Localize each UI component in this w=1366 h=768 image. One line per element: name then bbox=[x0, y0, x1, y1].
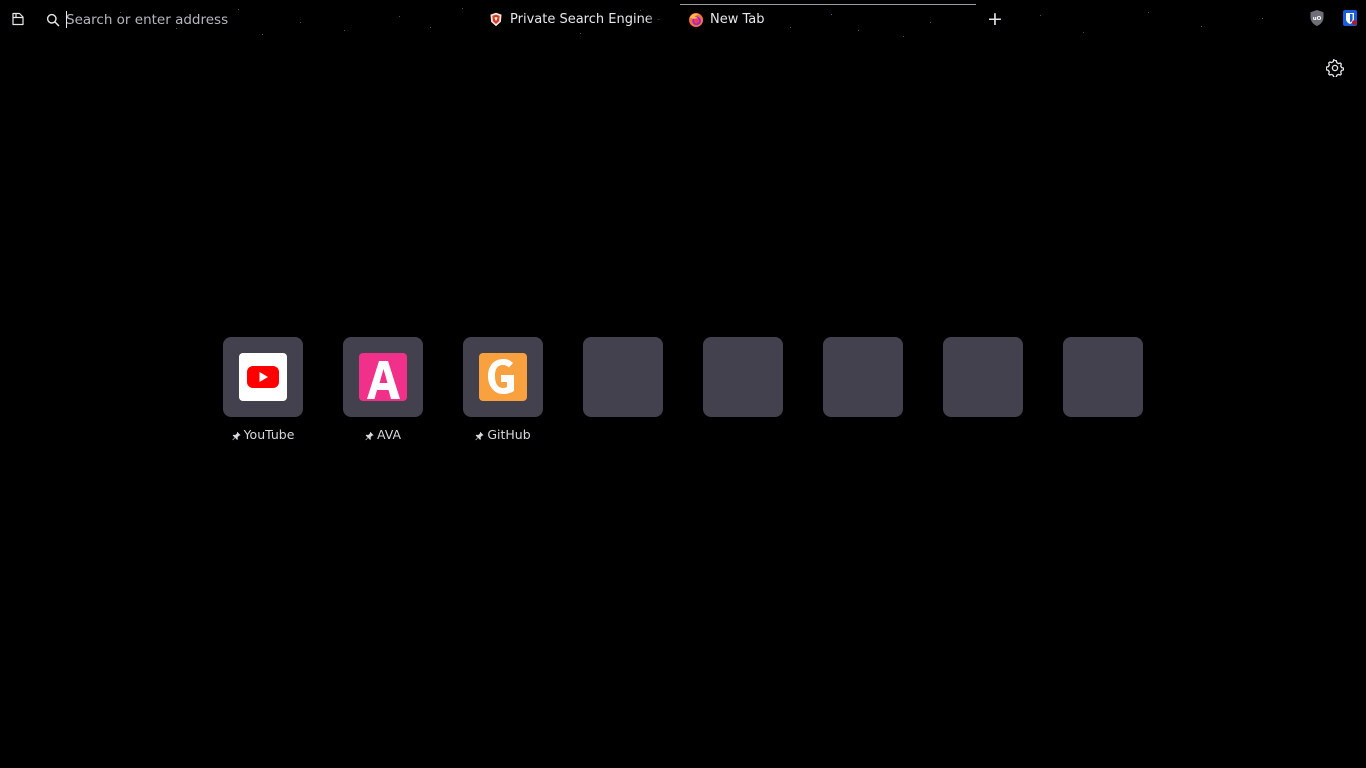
gear-icon bbox=[1326, 59, 1344, 77]
browser-toolbar: Private Search Engine - Brave Search New… bbox=[0, 0, 1366, 40]
shortcut-empty[interactable] bbox=[943, 337, 1023, 417]
shortcut-empty[interactable] bbox=[823, 337, 903, 417]
pin-icon bbox=[365, 431, 374, 440]
github-icon bbox=[479, 353, 527, 401]
shortcut-label: YouTube bbox=[243, 427, 295, 442]
empty-shortcut-tile[interactable] bbox=[823, 337, 903, 417]
shortcut-label-row: YouTube bbox=[203, 427, 323, 442]
url-bar[interactable] bbox=[40, 6, 470, 34]
pin-icon bbox=[231, 431, 241, 440]
panel-icon bbox=[12, 12, 24, 26]
shortcut-empty[interactable] bbox=[1063, 337, 1143, 417]
youtube-icon bbox=[239, 353, 287, 401]
empty-shortcut-tile[interactable] bbox=[583, 337, 663, 417]
search-icon bbox=[42, 6, 64, 34]
shortcut-ava[interactable]: AVA bbox=[343, 337, 423, 442]
shortcut-empty[interactable] bbox=[583, 337, 663, 417]
empty-shortcut-tile[interactable] bbox=[703, 337, 783, 417]
bitwarden-button[interactable] bbox=[1340, 8, 1360, 28]
empty-shortcut-tile[interactable] bbox=[943, 337, 1023, 417]
shortcut-label-row: AVA bbox=[323, 427, 443, 442]
shortcut-youtube[interactable]: YouTube bbox=[223, 337, 303, 442]
brave-icon bbox=[488, 12, 504, 28]
pin-icon bbox=[475, 431, 484, 440]
empty-shortcut-tile[interactable] bbox=[1063, 337, 1143, 417]
ublock-origin-button[interactable]: uO bbox=[1307, 8, 1327, 28]
personalize-button[interactable] bbox=[1324, 57, 1346, 79]
ublock-origin-icon: uO bbox=[1310, 10, 1324, 26]
address-input[interactable] bbox=[64, 7, 446, 33]
tab-brave-search[interactable]: Private Search Engine - Brave Search bbox=[488, 4, 664, 35]
tab-title: New Tab bbox=[710, 12, 765, 27]
shortcut-tile[interactable] bbox=[343, 337, 423, 417]
new-tab-button[interactable]: + bbox=[984, 8, 1006, 30]
tab-new-tab[interactable]: New Tab bbox=[688, 4, 968, 35]
shortcut-tile[interactable] bbox=[223, 337, 303, 417]
firefox-icon bbox=[688, 12, 704, 28]
shortcut-github[interactable]: GitHub bbox=[463, 337, 543, 442]
plus-icon: + bbox=[987, 7, 1003, 30]
ava-icon bbox=[359, 353, 407, 401]
shortcut-label: AVA bbox=[376, 427, 402, 442]
shortcut-label-row: GitHub bbox=[443, 427, 563, 442]
text-cursor bbox=[66, 11, 67, 28]
shortcut-empty[interactable] bbox=[703, 337, 783, 417]
shortcut-label: GitHub bbox=[487, 427, 531, 442]
top-sites: YouTube AVA GitHub bbox=[223, 337, 1143, 447]
bitwarden-icon bbox=[1343, 10, 1357, 26]
svg-text:uO: uO bbox=[1313, 16, 1322, 22]
shortcut-tile[interactable] bbox=[463, 337, 543, 417]
tab-title: Private Search Engine - Brave Search bbox=[510, 12, 664, 27]
sidebar-toggle-button[interactable] bbox=[8, 9, 28, 29]
